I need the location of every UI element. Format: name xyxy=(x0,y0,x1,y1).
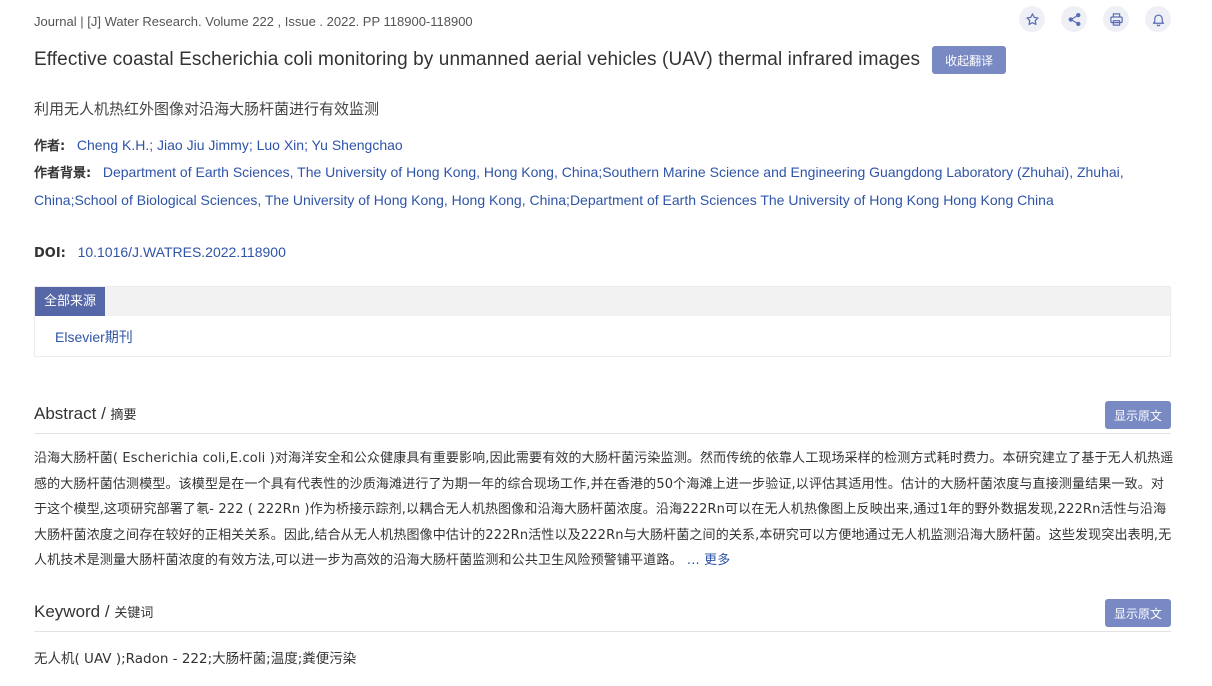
affiliation-value: Department of Earth Sciences, The Univer… xyxy=(34,164,1124,208)
abstract-body: 沿海大肠杆菌( Escherichia coli,E.coli )对海洋安全和公… xyxy=(34,446,1174,574)
favorite-button[interactable] xyxy=(1019,6,1045,32)
abstract-title: Abstract / xyxy=(34,404,111,423)
journal-prefix: Journal | [J] xyxy=(34,14,105,29)
journal-citation: Journal | [J] Water Research. Volume 222… xyxy=(34,14,473,29)
authors-row: 作者: Cheng K.H.; Jiao Jiu Jimmy; Luo Xin;… xyxy=(34,132,1174,160)
abstract-header: Abstract / 摘要 显示原文 xyxy=(34,401,1171,434)
journal-name[interactable]: Water Research xyxy=(105,14,198,29)
article-title: Effective coastal Escherichia coli monit… xyxy=(34,49,921,70)
doi-link[interactable]: 10.1016/J.WATRES.2022.118900 xyxy=(78,244,286,260)
doi-label: DOI: xyxy=(34,246,66,261)
journal-details: . Volume 222 , Issue . 2022. PP 118900-1… xyxy=(198,14,473,29)
keywords-list: 无人机( UAV );Radon - 222;大肠杆菌;温度;粪便污染 xyxy=(34,651,357,667)
doi-row: DOI: 10.1016/J.WATRES.2022.118900 xyxy=(34,239,1174,267)
keyword-title: Keyword / xyxy=(34,602,115,621)
abstract-heading: Abstract / 摘要 xyxy=(34,404,137,424)
tab-all-sources[interactable]: 全部来源 xyxy=(35,287,106,316)
title-row: Effective coastal Escherichia coli monit… xyxy=(34,46,1007,74)
source-link[interactable]: Elsevier期刊 xyxy=(55,327,133,347)
share-button[interactable] xyxy=(1061,6,1087,32)
more-link[interactable]: ... 更多 xyxy=(687,553,730,568)
keyword-heading: Keyword / 关键词 xyxy=(34,602,153,622)
keyword-subtitle: 关键词 xyxy=(114,606,154,621)
bell-icon xyxy=(1152,14,1164,26)
authors-label: 作者: xyxy=(34,139,66,154)
abstract-subtitle: 摘要 xyxy=(110,408,137,423)
affiliation-label: 作者背景: xyxy=(34,166,92,181)
collapse-translation-button[interactable]: 收起翻译 xyxy=(932,46,1007,74)
printer-icon xyxy=(1109,12,1123,26)
abstract-text: 沿海大肠杆菌( Escherichia coli,E.coli )对海洋安全和公… xyxy=(34,451,1174,569)
keyword-show-original-button[interactable]: 显示原文 xyxy=(1104,599,1171,627)
affiliation-row: 作者背景: Department of Earth Sciences, The … xyxy=(34,159,1174,214)
sources-panel: 全部来源 Elsevier期刊 xyxy=(34,286,1171,357)
sources-header: 全部来源 xyxy=(35,287,1170,316)
action-toolbar xyxy=(1019,6,1171,32)
keyword-header: Keyword / 关键词 显示原文 xyxy=(34,599,1171,632)
share-icon xyxy=(1068,12,1080,26)
translated-title: 利用无人机热红外图像对沿海大肠杆菌进行有效监测 xyxy=(34,100,380,118)
authors-value[interactable]: Cheng K.H.; Jiao Jiu Jimmy; Luo Xin; Yu … xyxy=(77,137,403,153)
print-button[interactable] xyxy=(1103,6,1129,32)
star-icon xyxy=(1025,12,1039,25)
alert-button[interactable] xyxy=(1145,6,1171,32)
abstract-show-original-button[interactable]: 显示原文 xyxy=(1104,401,1171,429)
